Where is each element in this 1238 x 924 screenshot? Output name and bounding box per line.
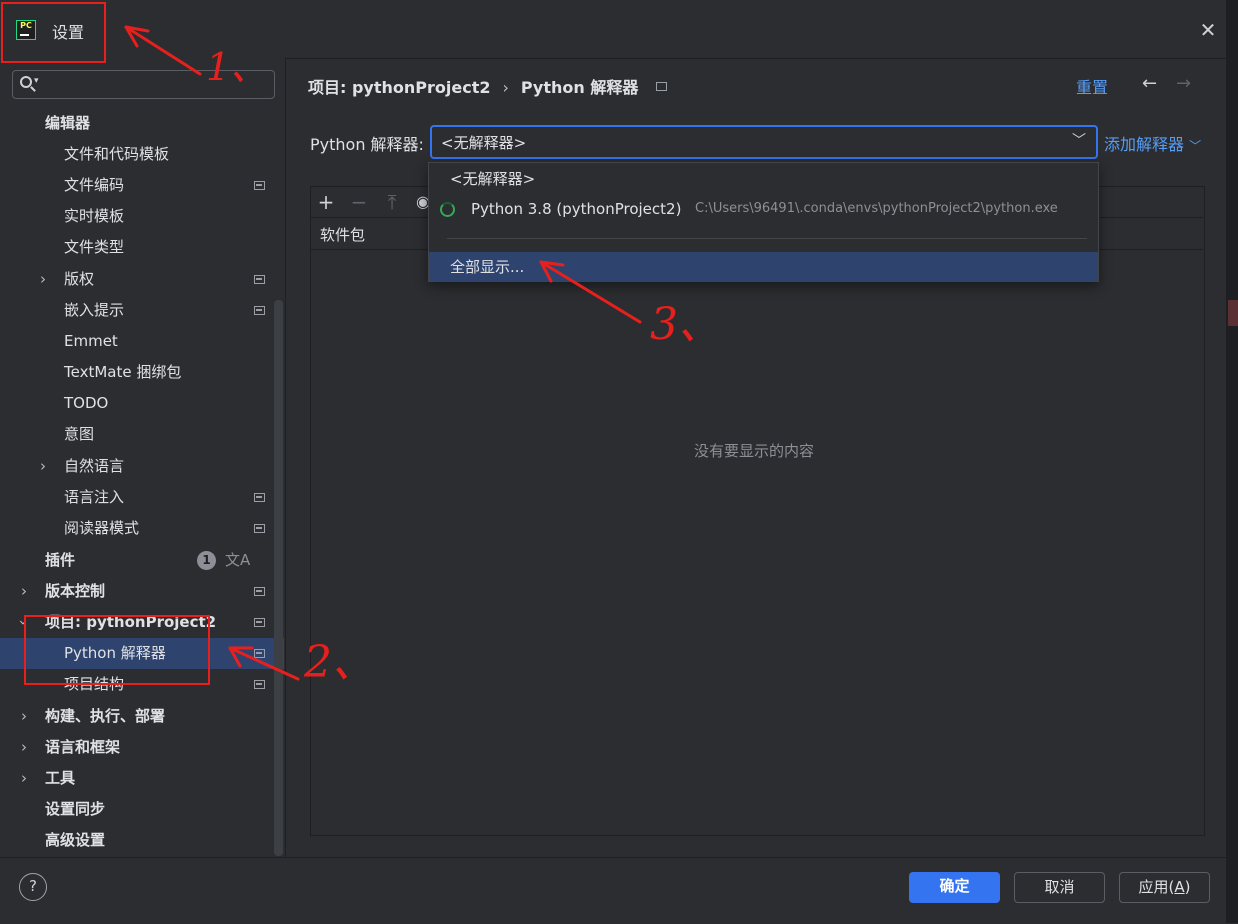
annotation-arrow-1: [124, 25, 202, 76]
annotation-arrowhead-1: [124, 25, 150, 48]
annotation-step-2: 2、: [304, 637, 376, 688]
annotation-arrow-3: [539, 260, 642, 324]
annotation-arrows: [124, 25, 642, 681]
annotation-step-3: 3、: [650, 299, 722, 350]
annotation-step-1: 1、: [206, 45, 269, 89]
